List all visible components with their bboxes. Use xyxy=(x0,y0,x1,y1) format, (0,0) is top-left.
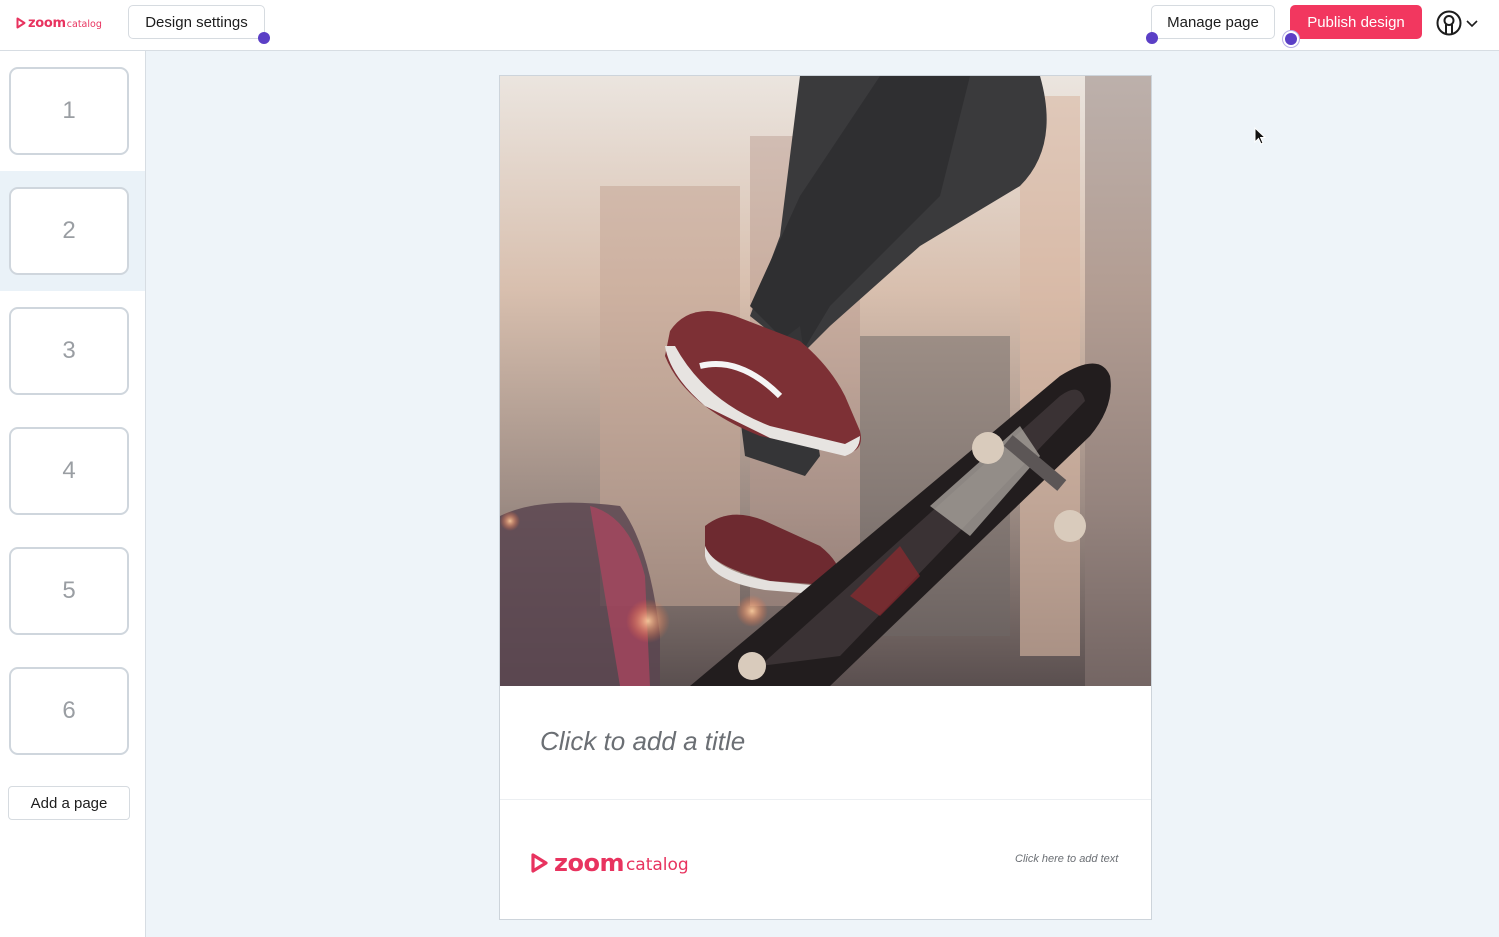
page-thumbnail[interactable]: 6 xyxy=(9,667,129,755)
publish-design-button[interactable]: Publish design xyxy=(1290,5,1422,39)
logo-sub: catalog xyxy=(66,18,102,30)
tour-hotspot[interactable] xyxy=(258,32,270,44)
cover-photo[interactable] xyxy=(500,76,1151,686)
add-page-button[interactable]: Add a page xyxy=(8,786,130,820)
page-list-item: 5 xyxy=(0,531,145,651)
logo-brand: zoom xyxy=(28,15,66,31)
page-title-placeholder[interactable]: Click to add a title xyxy=(540,726,745,757)
title-block: Click to add a title xyxy=(500,686,1151,800)
footer-logo-brand: zoom xyxy=(554,849,624,877)
page-sidebar: 1 2 3 4 5 6 Add a page xyxy=(0,51,146,937)
zoomcatalog-logo[interactable]: zoom catalog xyxy=(16,14,102,32)
page-thumbnail[interactable]: 1 xyxy=(9,67,129,155)
page-list-item: 3 xyxy=(0,291,145,411)
tour-hotspot[interactable] xyxy=(1146,32,1158,44)
design-page-canvas: Click to add a title zoom catalog Click … xyxy=(499,75,1152,920)
page-thumbnail[interactable]: 4 xyxy=(9,427,129,515)
play-icon xyxy=(16,17,26,29)
page-thumbnail[interactable]: 3 xyxy=(9,307,129,395)
page-thumbnail[interactable]: 2 xyxy=(9,187,129,275)
tour-hotspot[interactable] xyxy=(1285,33,1297,45)
page-list-item: 1 xyxy=(0,51,145,171)
chevron-down-icon xyxy=(1466,20,1478,28)
design-settings-button[interactable]: Design settings xyxy=(128,5,265,39)
footer-text-placeholder[interactable]: Click here to add text xyxy=(1015,853,1118,865)
page-list-item-active: 2 xyxy=(0,171,145,291)
user-avatar-icon xyxy=(1436,10,1462,36)
mouse-cursor-icon xyxy=(1254,127,1266,145)
page-list-item: 6 xyxy=(0,651,145,771)
top-bar: zoom catalog Design settings Manage page… xyxy=(0,0,1499,51)
manage-page-button[interactable]: Manage page xyxy=(1151,5,1275,39)
footer-logo[interactable]: zoom catalog xyxy=(530,848,689,878)
play-icon xyxy=(531,853,548,873)
page-list-item: 4 xyxy=(0,411,145,531)
footer-logo-sub: catalog xyxy=(625,855,689,875)
account-menu[interactable] xyxy=(1436,10,1480,36)
skateboard-photo xyxy=(500,76,1151,686)
page-thumbnail[interactable]: 5 xyxy=(9,547,129,635)
